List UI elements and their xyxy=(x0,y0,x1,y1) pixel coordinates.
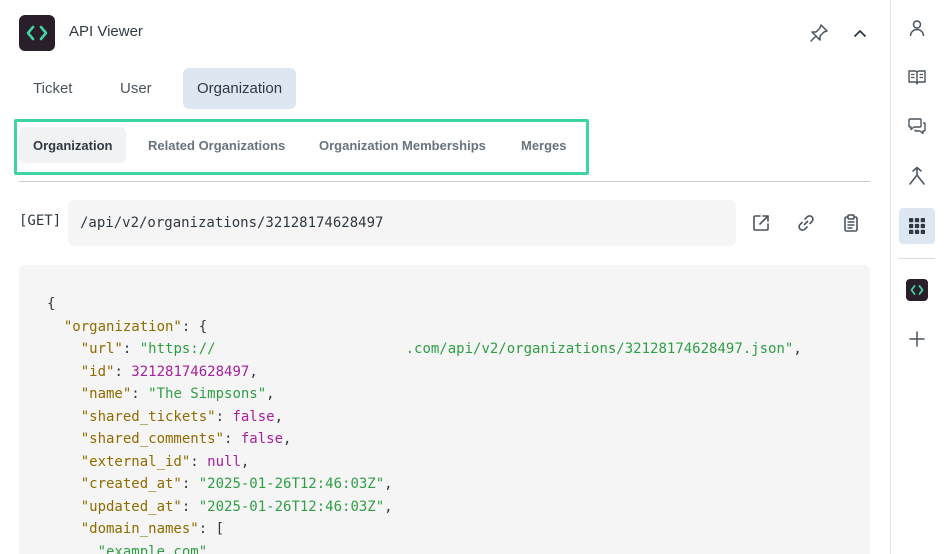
rail-api-viewer-button[interactable] xyxy=(899,272,935,308)
book-icon xyxy=(908,70,926,85)
json-response-panel: { "organization": { "url": "https://.com… xyxy=(19,265,870,554)
json-value-url-suffix: .com/api/v2/organizations/32128174628497… xyxy=(405,341,794,357)
json-punct: [ xyxy=(215,521,225,537)
app-title: API Viewer xyxy=(69,23,143,40)
request-url[interactable]: /api/v2/organizations/32128174628497 xyxy=(68,200,736,246)
json-value-url-prefix: "https:// xyxy=(139,341,216,357)
json-key: "domain_names" xyxy=(80,521,199,537)
json-brace: { xyxy=(47,296,56,312)
json-key: "external_id" xyxy=(80,453,191,470)
json-punct: : { xyxy=(181,318,208,335)
tab-organization[interactable]: Organization xyxy=(183,68,297,109)
merge-icon xyxy=(909,166,925,185)
open-external-button[interactable] xyxy=(747,209,775,237)
rail-merge-button[interactable] xyxy=(899,158,935,194)
json-key: "created_at" xyxy=(80,476,182,492)
rail-knowledge-button[interactable] xyxy=(899,59,935,95)
json-key: "name" xyxy=(80,386,132,402)
json-value: "2025-01-26T12:46:03Z" xyxy=(198,476,385,492)
collapse-button[interactable] xyxy=(847,20,873,46)
json-value: false xyxy=(240,431,284,447)
rail-conversations-button[interactable] xyxy=(899,108,935,144)
clipboard-icon xyxy=(844,214,858,232)
plus-icon xyxy=(909,331,925,347)
http-method: [GET] xyxy=(19,213,62,229)
right-sidebar xyxy=(890,0,944,554)
json-value: 32128174628497 xyxy=(131,363,250,380)
rail-apps-button[interactable] xyxy=(899,208,935,244)
copy-link-button[interactable] xyxy=(792,209,820,237)
json-key: "url" xyxy=(80,341,123,357)
api-viewer-logo-icon xyxy=(19,15,55,51)
chat-icon xyxy=(908,118,926,135)
subtab-related-organizations[interactable]: Related Organizations xyxy=(134,127,299,163)
json-value: "2025-01-26T12:46:03Z" xyxy=(198,498,385,515)
subtab-merges[interactable]: Merges xyxy=(507,127,581,163)
external-link-icon xyxy=(753,215,769,231)
copy-json-button[interactable] xyxy=(837,209,865,237)
user-icon xyxy=(909,20,925,37)
json-key: "id" xyxy=(80,363,115,380)
json-value: "The Simpsons" xyxy=(148,386,267,402)
rail-separator xyxy=(899,258,935,259)
chevron-up-icon xyxy=(854,30,866,37)
pin-icon xyxy=(810,24,828,42)
subtab-organization[interactable]: Organization xyxy=(19,127,127,163)
json-value: null xyxy=(207,453,241,470)
json-key: "shared_tickets" xyxy=(80,408,216,425)
pin-button[interactable] xyxy=(806,20,832,46)
json-array-item: "example.com" xyxy=(97,543,208,554)
json-key: "organization" xyxy=(63,318,182,335)
rail-user-button[interactable] xyxy=(899,10,935,46)
tab-ticket[interactable]: Ticket xyxy=(19,68,86,109)
json-value: false xyxy=(232,408,275,425)
apps-grid-icon xyxy=(909,218,925,234)
json-key: "updated_at" xyxy=(80,498,182,515)
rail-add-app-button[interactable] xyxy=(899,321,935,357)
tab-user[interactable]: User xyxy=(106,68,166,109)
json-key: "shared_comments" xyxy=(80,431,225,447)
subtab-organization-memberships[interactable]: Organization Memberships xyxy=(305,127,500,163)
link-icon xyxy=(798,215,814,231)
api-viewer-app-icon xyxy=(906,279,928,301)
divider xyxy=(19,181,870,182)
